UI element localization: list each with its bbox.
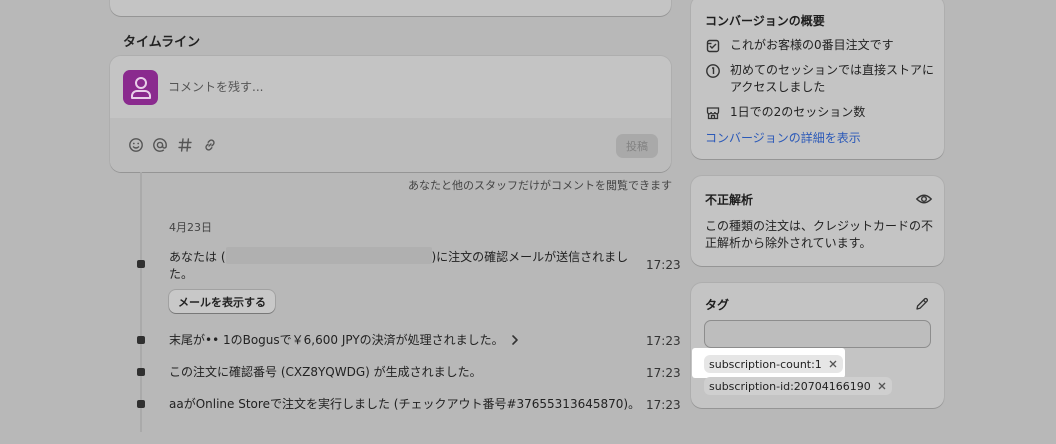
- conversion-row-sessions: 1日での2のセッション数: [705, 104, 935, 121]
- timeline-dot: [137, 336, 145, 344]
- conversion-summary-card: コンバージョンの概要 これがお客様の0番目注文です 初めてのセッションでは直接ス…: [691, 0, 944, 159]
- staff-visibility-note: あなたと他のスタッフだけがコメントを閲覧できます: [408, 179, 672, 192]
- tags-input[interactable]: [704, 320, 931, 348]
- timeline-dot: [137, 260, 145, 268]
- tag-chip: subscription-count:1: [704, 355, 843, 373]
- comment-input[interactable]: [168, 78, 648, 96]
- close-icon[interactable]: [877, 381, 887, 391]
- pencil-icon[interactable]: [913, 295, 931, 313]
- timeline-event-email: あなたは ()に注文の確認メールが送信されました。: [169, 247, 631, 283]
- conversion-summary-title: コンバージョンの概要: [705, 14, 825, 28]
- conversion-row-order-count: これがお客様の0番目注文です: [705, 37, 935, 54]
- hashtag-icon[interactable]: [176, 136, 194, 154]
- redacted-email: [225, 247, 432, 264]
- eye-icon[interactable]: [915, 190, 933, 208]
- mention-icon[interactable]: [151, 136, 169, 154]
- timeline-event-time: 17:23: [646, 258, 681, 272]
- timeline-event-time: 17:23: [646, 366, 681, 380]
- previous-section-card: [110, 0, 671, 16]
- avatar: [123, 70, 158, 105]
- emoji-icon[interactable]: [127, 136, 145, 154]
- fraud-analysis-card: 不正解析 この種類の注文は、クレジットカードの不正解析から除外されています。: [691, 176, 944, 266]
- fraud-analysis-description: この種類の注文は、クレジットカードの不正解析から除外されています。: [705, 219, 934, 250]
- timeline-event-payment[interactable]: 末尾が•• 1のBogusで￥6,600 JPYの決済が処理されました。: [169, 332, 520, 351]
- timeline-event-time: 17:23: [646, 398, 681, 412]
- timeline-dot: [137, 368, 145, 376]
- conversion-row-first-session: 初めてのセッションでは直接ストアにアクセスしました: [705, 62, 935, 96]
- timeline-event-time: 17:23: [646, 334, 681, 348]
- chevron-right-icon[interactable]: [510, 334, 520, 351]
- order-icon: [705, 38, 721, 54]
- view-email-button[interactable]: メールを表示する: [169, 290, 275, 313]
- user-icon: [130, 76, 151, 99]
- comment-composer: 投稿: [110, 56, 671, 172]
- timeline-date: 4月23日: [169, 221, 212, 234]
- post-button[interactable]: 投稿: [616, 134, 658, 158]
- timeline-event-confirmation: この注文に確認番号 (CXZ8YQWDG) が生成されました。: [169, 365, 482, 379]
- timeline-line: [140, 172, 142, 432]
- link-icon[interactable]: [201, 136, 219, 154]
- conversion-details-link[interactable]: コンバージョンの詳細を表示: [705, 129, 861, 146]
- fraud-analysis-title: 不正解析: [705, 193, 754, 207]
- tag-chip: subscription-id:20704166190: [704, 377, 892, 395]
- storefront-icon: [705, 105, 721, 121]
- tags-title: タグ: [705, 298, 730, 312]
- session-icon: [705, 63, 721, 79]
- close-icon[interactable]: [828, 359, 838, 369]
- timeline-heading: タイムライン: [123, 35, 201, 50]
- timeline-dot: [137, 400, 145, 408]
- timeline-event-order-placed: aaがOnline Storeで注文を実行しました (チェックアウト番号#376…: [169, 397, 641, 411]
